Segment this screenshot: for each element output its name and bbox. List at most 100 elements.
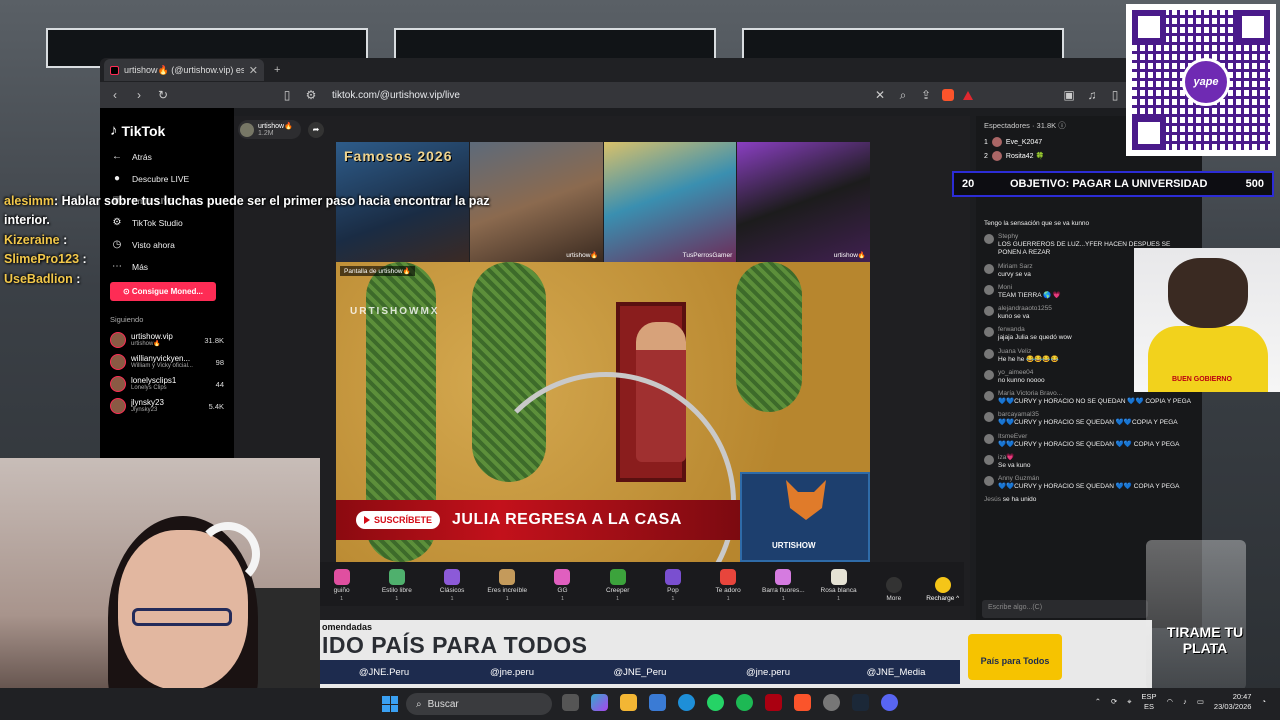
dota-icon[interactable]: [765, 694, 782, 711]
chat-text: 💙💙CURVY y HORACIO SE QUEDAN 💙💙COPIA Y PE…: [998, 419, 1178, 427]
gift-item[interactable]: Rosa blanca 1: [811, 569, 866, 606]
dog-meme-image: BUEN GOBIERNO: [1134, 248, 1280, 392]
guest-tile[interactable]: TusPerrosGamer: [603, 142, 737, 262]
more-gifts-button[interactable]: More: [866, 577, 921, 606]
main-video[interactable]: Pantalla de urtishow🔥 URTISHOWMX SUSCRÍB…: [336, 262, 870, 562]
file-explorer-icon[interactable]: [620, 694, 637, 711]
chat-user[interactable]: yo_aimee04: [998, 369, 1045, 377]
recharge-button[interactable]: Recharge ^: [921, 577, 964, 606]
language-indicator[interactable]: ESP ES: [1142, 692, 1157, 712]
subscribe-button[interactable]: SUSCRÍBETE: [356, 511, 441, 529]
avatar[interactable]: [984, 369, 994, 380]
avatar[interactable]: [984, 412, 994, 423]
share-icon[interactable]: ➦: [308, 122, 324, 138]
following-item[interactable]: willianyvickyen... William y Vicky oficia…: [110, 354, 224, 370]
avatar[interactable]: [984, 433, 994, 444]
back-icon[interactable]: ‹: [108, 88, 122, 102]
gift-item[interactable]: GG 1: [535, 569, 590, 606]
chat-user[interactable]: Anny Guzmán: [998, 475, 1179, 483]
gift-item[interactable]: Estilo libre 1: [369, 569, 424, 606]
chat-text: curvy se va: [998, 270, 1031, 278]
chat-user[interactable]: Stephy: [998, 233, 1194, 241]
browser-tab[interactable]: urtishow🔥 (@urtishow.vip) está ✕: [104, 59, 264, 81]
following-item[interactable]: jlynsky23 Jlynsky23 5.4K: [110, 398, 224, 414]
gift-name: Te adoro: [715, 587, 741, 594]
url-field[interactable]: tiktok.com/@urtishow.vip/live: [328, 90, 863, 101]
avatar[interactable]: [984, 306, 994, 316]
gift-item[interactable]: Eres increíble 1: [480, 569, 535, 606]
forward-icon[interactable]: ›: [132, 88, 146, 102]
media-icon[interactable]: ♫: [1085, 88, 1099, 102]
brave-rewards-icon[interactable]: [963, 90, 973, 100]
avatar[interactable]: [984, 476, 994, 486]
gift-name: Estilo libre: [381, 587, 412, 594]
new-tab-button[interactable]: +: [274, 64, 280, 76]
taskbar-search[interactable]: ⌕ Buscar: [406, 693, 552, 715]
chat-user[interactable]: Moni: [998, 284, 1061, 292]
avatar[interactable]: [984, 234, 994, 245]
copilot-icon[interactable]: [591, 694, 608, 711]
gift-item[interactable]: Te adoro 1: [701, 569, 756, 606]
avatar[interactable]: [984, 391, 994, 401]
notification-icon[interactable]: ◔: [1261, 697, 1266, 706]
sidebar-icon[interactable]: ▯: [1108, 88, 1122, 102]
sync-icon[interactable]: ⟳: [1111, 697, 1117, 706]
reload-icon[interactable]: ↻: [156, 88, 170, 102]
avatar: [991, 137, 1002, 147]
gift-item[interactable]: Clásicos 1: [424, 569, 479, 606]
task-view-icon[interactable]: [562, 694, 579, 711]
share-icon[interactable]: ⇪: [919, 88, 933, 102]
obs-icon[interactable]: [823, 694, 840, 711]
battery-icon[interactable]: ▭: [1197, 697, 1204, 706]
gift-item[interactable]: Creeper 1: [590, 569, 645, 606]
overlay-chat-line: UseBadlion :: [4, 270, 494, 289]
tiktok-logo[interactable]: ♪ TikTok: [110, 122, 224, 139]
tab-title: urtishow🔥 (@urtishow.vip) está: [124, 64, 244, 75]
gift-item[interactable]: guiño 1: [314, 569, 369, 606]
avatar[interactable]: [984, 284, 994, 295]
close-icon[interactable]: ✕: [249, 64, 258, 77]
translate-icon[interactable]: ✕: [873, 88, 887, 102]
chat-user[interactable]: iza💗: [998, 454, 1031, 462]
whatsapp-icon[interactable]: [707, 694, 724, 711]
edge-icon[interactable]: [678, 694, 695, 711]
avatar[interactable]: [984, 263, 994, 274]
site-info-icon[interactable]: ⚙: [304, 88, 318, 102]
steam-icon[interactable]: [852, 694, 869, 711]
following-item[interactable]: urtishow.vip urtishow🔥 31.8K: [110, 332, 224, 348]
chat-input[interactable]: Escribe algo...(C): [982, 600, 1148, 618]
nav-item-discover-live[interactable]: ● Descubre LIVE: [110, 173, 224, 184]
chat-user[interactable]: ferwanda: [998, 326, 1072, 334]
brave-icon[interactable]: [794, 694, 811, 711]
chat-user[interactable]: alejandraaoto1255: [998, 305, 1052, 313]
guest-tile[interactable]: urtishow🔥: [737, 142, 870, 262]
brave-shield-icon[interactable]: [942, 89, 954, 101]
gift-item[interactable]: Pop 1: [645, 569, 700, 606]
nav-item-back[interactable]: ← Atrás: [110, 151, 224, 162]
spotify-icon[interactable]: [736, 694, 753, 711]
bookmark-icon[interactable]: ▯: [280, 88, 294, 102]
chat-user[interactable]: Juana Veliz: [998, 348, 1059, 356]
avatar[interactable]: [984, 454, 994, 465]
clock[interactable]: 20:47 23/03/2026: [1214, 692, 1252, 712]
chat-user[interactable]: ItsmeEver: [998, 433, 1179, 441]
wifi-icon[interactable]: ◠: [1167, 697, 1174, 706]
channel-logo: URTISHOW: [740, 472, 870, 562]
discord-icon[interactable]: [881, 694, 898, 711]
zoom-icon[interactable]: ⌕: [896, 88, 910, 103]
chat-user[interactable]: Miriam Sarz: [998, 263, 1033, 271]
gift-name: Clásicos: [439, 587, 465, 594]
store-icon[interactable]: [649, 694, 666, 711]
windows-start-icon[interactable]: [382, 696, 398, 712]
yape-logo: yape: [1182, 58, 1230, 106]
screenshot-icon[interactable]: ▣: [1062, 88, 1076, 102]
network-off-icon[interactable]: ⌖: [1127, 697, 1131, 707]
chevron-up-icon[interactable]: ⌃: [1095, 697, 1101, 706]
gift-item[interactable]: Barra fluores... 1: [756, 569, 811, 606]
volume-icon[interactable]: ♪: [1183, 697, 1187, 706]
chat-user[interactable]: Jesús: [984, 496, 1001, 503]
host-info[interactable]: urtishow🔥 1.2M: [238, 120, 301, 139]
following-item[interactable]: lonelysclips1 Lonelys Clips 44: [110, 376, 224, 392]
avatar[interactable]: [984, 327, 994, 338]
avatar[interactable]: [984, 348, 994, 359]
